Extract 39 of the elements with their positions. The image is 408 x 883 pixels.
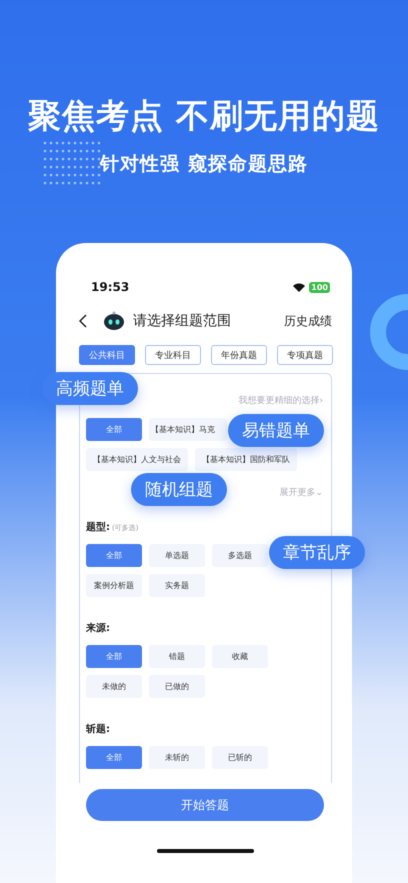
option-chip[interactable]: 全部 — [86, 645, 142, 668]
subject-chip[interactable]: 全部 — [86, 418, 142, 441]
feature-bubble: 章节乱序 — [269, 536, 365, 569]
back-icon[interactable] — [79, 314, 87, 328]
subheadline: 针对性强 窥探命题思路 — [100, 152, 308, 177]
section-title: 斩题: — [86, 724, 110, 735]
feature-bubble: 高频题单 — [42, 372, 138, 405]
option-chip[interactable]: 已做的 — [149, 675, 205, 698]
option-chip[interactable]: 错题 — [149, 645, 205, 668]
subject-chip[interactable]: 【基本知识】国防和军队 — [195, 448, 297, 471]
subject-chip[interactable]: 【基本知识】人文与社会 — [86, 448, 188, 471]
option-chip[interactable]: 已斩的 — [212, 746, 268, 769]
subject-tab[interactable]: 专项真题 — [277, 345, 333, 365]
option-chip[interactable]: 全部 — [86, 746, 142, 769]
option-chip[interactable]: 未斩的 — [149, 746, 205, 769]
battery-level: 100 — [309, 282, 330, 292]
history-link[interactable]: 历史成绩 — [284, 312, 332, 330]
feature-bubble: 易错题单 — [228, 414, 324, 447]
wifi-icon — [293, 282, 306, 292]
option-chip[interactable]: 收藏 — [212, 645, 268, 668]
option-chip[interactable]: 实务题 — [149, 574, 205, 597]
section-title: 来源: — [86, 623, 110, 634]
option-chip[interactable]: 单选题 — [149, 544, 205, 567]
subject-chip[interactable]: 【基本知识】马克 — [149, 418, 227, 441]
robot-icon — [103, 311, 125, 331]
dot-grid-drawing — [42, 140, 101, 185]
subject-tab[interactable]: 公共科目 — [79, 345, 135, 365]
subject-tab[interactable]: 专业科目 — [145, 345, 201, 365]
option-chip[interactable]: 全部 — [86, 544, 142, 567]
option-chip[interactable]: 多选题 — [212, 544, 268, 567]
page-title: 请选择组题范围 — [133, 312, 232, 330]
subject-tab[interactable]: 年份真题 — [211, 345, 267, 365]
feature-bubble: 随机组题 — [131, 473, 227, 506]
option-chip[interactable]: 案例分析题 — [86, 574, 142, 597]
start-button[interactable]: 开始答题 — [86, 789, 324, 821]
status-time: 19:53 — [91, 280, 130, 294]
option-chip[interactable]: 未做的 — [86, 675, 142, 698]
section-title: 题型: — [86, 522, 110, 533]
headline: 聚焦考点 不刷无用的题 — [28, 95, 380, 137]
